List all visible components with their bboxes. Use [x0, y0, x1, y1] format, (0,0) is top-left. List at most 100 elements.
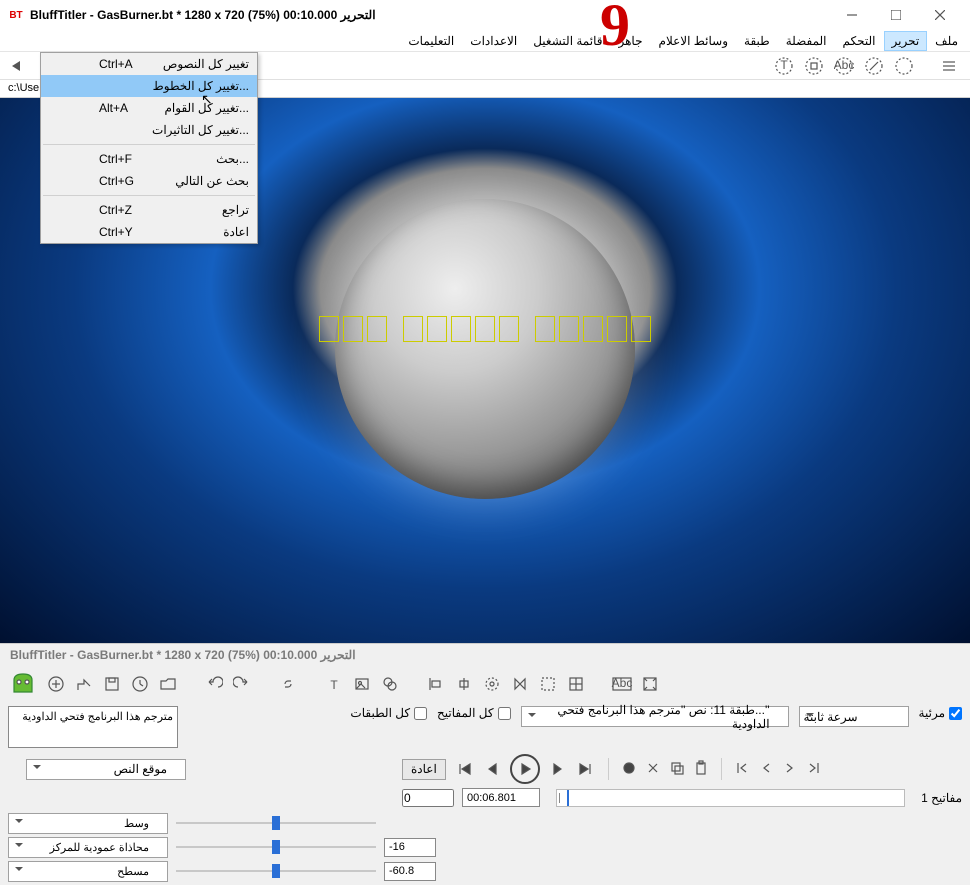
image-tool[interactable] — [350, 672, 374, 696]
dd-change-all-fonts[interactable]: ...تغيير كل الخطوط — [41, 75, 257, 97]
paste-key[interactable] — [693, 760, 709, 779]
all-keys-checkbox[interactable]: كل المفاتيح — [437, 706, 511, 720]
slider-select-2[interactable]: مسطح — [8, 861, 168, 882]
menu-layer[interactable]: طبقة — [736, 31, 778, 51]
menubar: ملف تحرير التحكم المفضلة طبقة وسائط الاع… — [0, 30, 970, 52]
fx-tool[interactable] — [378, 672, 402, 696]
menu-file[interactable]: ملف — [927, 31, 966, 51]
menu-favorites[interactable]: المفضلة — [778, 31, 835, 51]
app-icon: BT — [8, 7, 24, 23]
visible-checkbox[interactable]: مرئية — [919, 706, 962, 720]
reset-button[interactable]: اعادة — [402, 759, 446, 780]
menu-control[interactable]: التحكم — [835, 31, 884, 51]
layer-text-input[interactable]: مترجم هذا البرنامج فتحي الداودية — [8, 706, 178, 748]
align-dist[interactable] — [480, 672, 504, 696]
dd-sep-1 — [43, 144, 255, 145]
tool-dashed-abc[interactable]: Abc — [830, 56, 858, 76]
key-back[interactable] — [758, 760, 774, 779]
abc-preview[interactable]: Abc — [610, 672, 634, 696]
dd-change-all-effects[interactable]: ...تغيير كل التاثيرات — [41, 119, 257, 141]
guides-tool[interactable] — [536, 672, 560, 696]
value-0[interactable] — [402, 789, 454, 807]
rewind-start[interactable] — [454, 758, 476, 780]
slider-track-1[interactable] — [176, 840, 376, 854]
menu-edit[interactable]: تحرير — [884, 31, 928, 51]
dd-find[interactable]: ...بحثCtrl+F — [41, 148, 257, 170]
key-fwd[interactable] — [782, 760, 798, 779]
tool-dashed-square[interactable] — [800, 56, 828, 76]
slider-track-0[interactable] — [176, 816, 376, 830]
play-row: موقع النص اعادة — [0, 752, 970, 786]
keys-count-label: مفاتيح 1 — [921, 791, 962, 805]
cursor-icon: ↖ — [201, 91, 213, 108]
edit-dropdown: تغيير كل النصوصCtrl+A ...تغيير كل الخطوط… — [40, 52, 258, 244]
forward-end[interactable] — [574, 758, 596, 780]
slider-value-2[interactable] — [384, 862, 436, 881]
maximize-preview[interactable] — [638, 672, 662, 696]
time-row: مفاتيح 1 — [0, 786, 970, 809]
clock-button[interactable] — [128, 672, 152, 696]
menu-settings[interactable]: الاعدادات — [462, 31, 525, 51]
grid-tool[interactable] — [564, 672, 588, 696]
close-button[interactable] — [918, 0, 962, 30]
save-button[interactable] — [100, 672, 124, 696]
link-button[interactable] — [276, 672, 300, 696]
menu-media[interactable]: وسائط الاعلام — [651, 31, 737, 51]
slider-row-1: محاذاة عمودية للمركز — [8, 835, 962, 859]
window-title: BluffTitler - GasBurner.bt * 1280 x 720 … — [30, 8, 376, 22]
key-prev[interactable] — [734, 760, 750, 779]
key-next[interactable] — [806, 760, 822, 779]
svg-text:T: T — [780, 58, 788, 72]
align-center-h[interactable] — [452, 672, 476, 696]
step-back[interactable] — [482, 758, 504, 780]
menu-help[interactable]: التعليمات — [400, 31, 462, 51]
dd-change-all-texts[interactable]: تغيير كل النصوصCtrl+A — [41, 53, 257, 75]
slider-select-1[interactable]: محاذاة عمودية للمركز — [8, 837, 168, 858]
dd-redo[interactable]: اعادةCtrl+Y — [41, 221, 257, 243]
dd-find-next[interactable]: بحث عن التاليCtrl+G — [41, 170, 257, 192]
tool-dashed-t[interactable]: T — [770, 56, 798, 76]
bottom-title: BluffTitler - GasBurner.bt * 1280 x 720 … — [0, 644, 970, 666]
monster-icon[interactable] — [8, 670, 38, 698]
align-left[interactable] — [424, 672, 448, 696]
text-tool[interactable]: T — [322, 672, 346, 696]
dd-undo[interactable]: تراجعCtrl+Z — [41, 199, 257, 221]
slider-track-2[interactable] — [176, 864, 376, 878]
dd-change-all-textures[interactable]: ...تغيير كل القوامAlt+A — [41, 97, 257, 119]
play-button[interactable] — [510, 754, 540, 784]
back-button[interactable] — [6, 55, 28, 77]
timeline[interactable] — [556, 789, 905, 807]
copy-key[interactable] — [669, 760, 685, 779]
redo-button[interactable] — [230, 672, 254, 696]
speed-select[interactable]: سرعة ثابتة — [799, 706, 909, 727]
preview-text-boxes — [319, 316, 651, 342]
hamburger-icon[interactable] — [935, 56, 963, 76]
svg-text:Abc: Abc — [612, 676, 633, 690]
undo-button[interactable] — [202, 672, 226, 696]
all-layers-checkbox[interactable]: كل الطبقات — [350, 706, 427, 720]
bottom-toolbar: T Abc — [0, 666, 970, 702]
time-input[interactable] — [462, 788, 540, 807]
tool-dashed-circle[interactable] — [890, 56, 918, 76]
export-button[interactable] — [72, 672, 96, 696]
step-fwd[interactable] — [546, 758, 568, 780]
layer-select[interactable]: ''...طبقة 11: نص ''مترجم هذا البرنامج فت… — [521, 706, 789, 727]
slider-value-1[interactable] — [384, 838, 436, 857]
record-button[interactable] — [621, 760, 637, 779]
titlebar: BT BluffTitler - GasBurner.bt * 1280 x 7… — [0, 0, 970, 30]
property-select[interactable]: موقع النص — [26, 759, 186, 780]
minimize-button[interactable] — [830, 0, 874, 30]
dd-sep-2 — [43, 195, 255, 196]
svg-text:T: T — [330, 678, 338, 692]
maximize-button[interactable] — [874, 0, 918, 30]
add-button[interactable] — [44, 672, 68, 696]
menu-playlist[interactable]: قائمة التشغيل — [525, 31, 610, 51]
slider-select-0[interactable]: وسط — [8, 813, 168, 834]
tool-dashed-brush[interactable] — [860, 56, 888, 76]
slider-row-0: وسط — [8, 811, 962, 835]
open-button[interactable] — [156, 672, 180, 696]
delete-key[interactable] — [645, 760, 661, 779]
control-row: مرئية سرعة ثابتة ''...طبقة 11: نص ''مترج… — [0, 702, 970, 752]
bottom-panel: BluffTitler - GasBurner.bt * 1280 x 720 … — [0, 643, 970, 885]
flip-tool[interactable] — [508, 672, 532, 696]
